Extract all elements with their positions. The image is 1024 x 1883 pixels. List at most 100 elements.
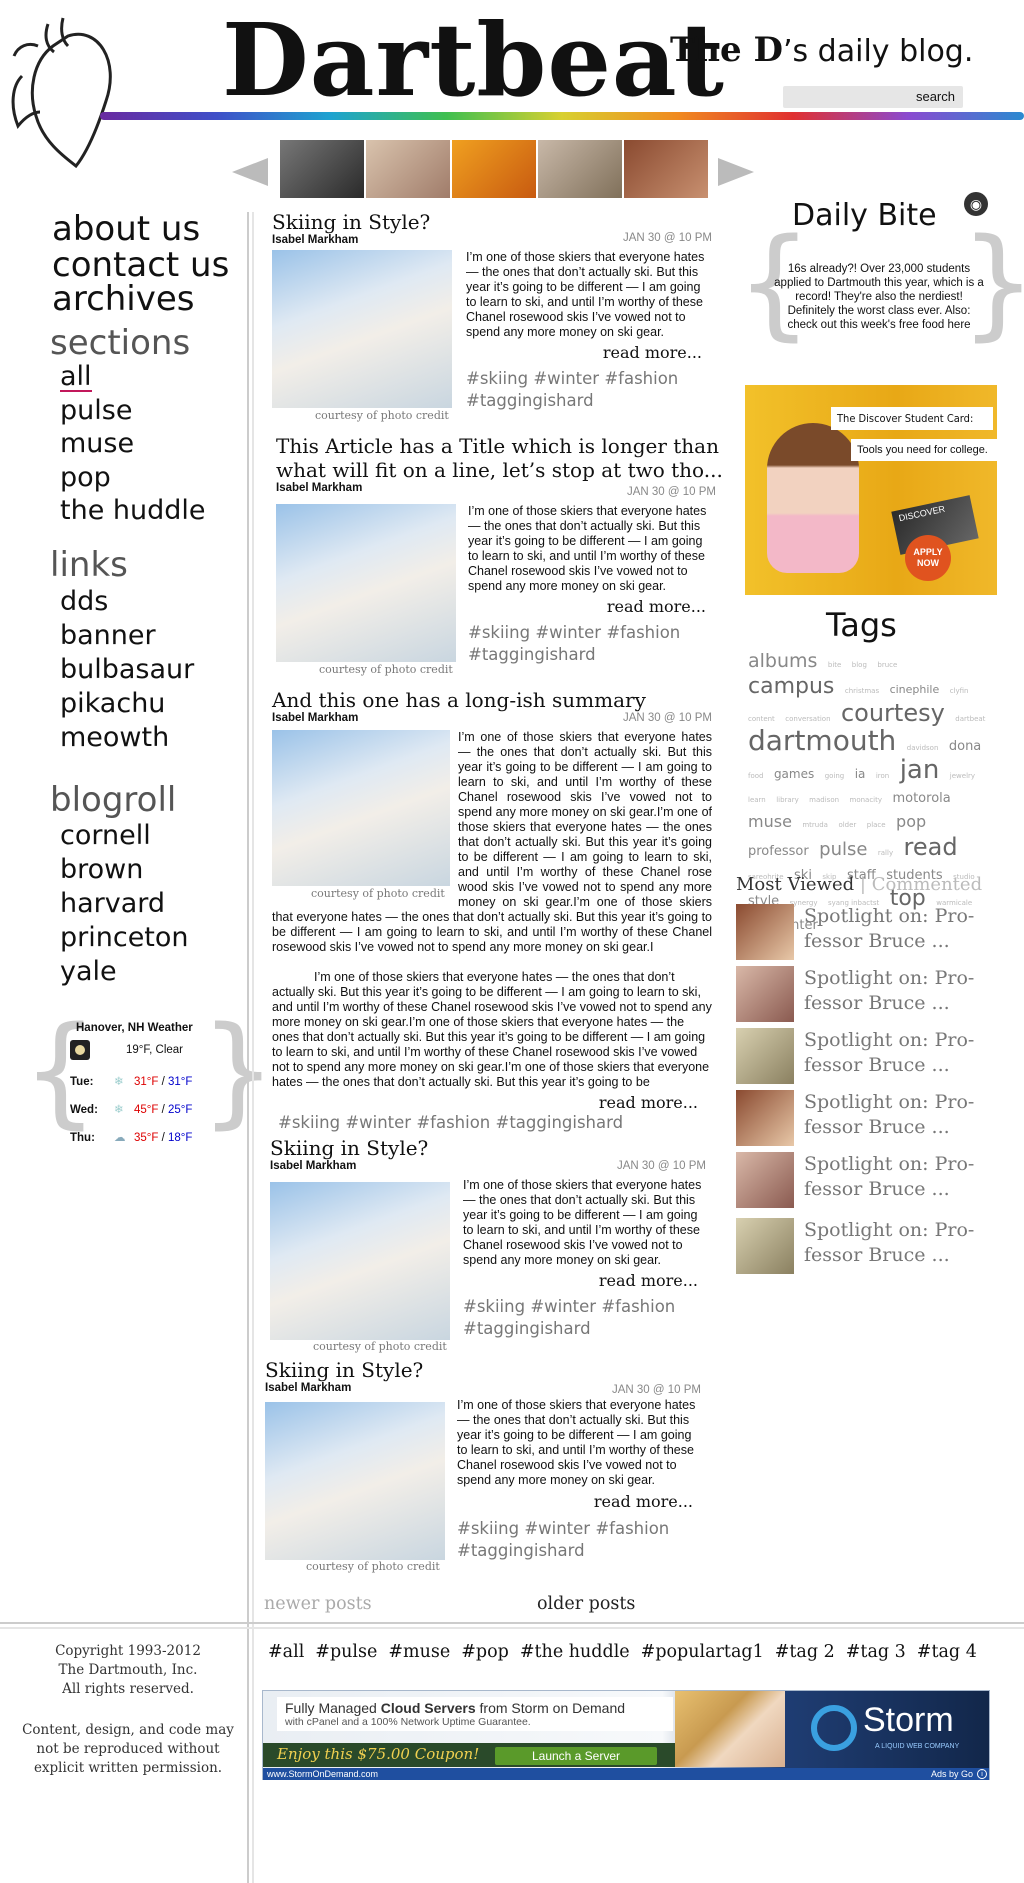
tag-cloud-link[interactable]: library bbox=[776, 796, 799, 804]
footer-tag-link[interactable]: #tag 3 bbox=[846, 1642, 906, 1662]
section-muse[interactable]: muse bbox=[60, 430, 134, 457]
tag-cloud-link[interactable]: courtesy bbox=[841, 699, 945, 727]
search-input[interactable]: search bbox=[783, 86, 963, 108]
post-tags[interactable]: #skiing #winter #fashion #taggingishard bbox=[463, 1296, 693, 1340]
link-meowth[interactable]: meowth bbox=[60, 724, 169, 751]
tag-cloud-link[interactable]: ia bbox=[855, 767, 866, 781]
discover-card-ad[interactable]: The Discover Student Card: Tools you nee… bbox=[745, 385, 997, 595]
tag-cloud-link[interactable]: professor bbox=[748, 844, 809, 859]
tag-cloud-link[interactable]: read bbox=[904, 833, 958, 861]
carousel-thumb[interactable] bbox=[280, 140, 364, 198]
post-photo[interactable] bbox=[270, 1182, 450, 1340]
tag-cloud-link[interactable]: christmas bbox=[845, 687, 879, 695]
tag-cloud-link[interactable]: clyfin bbox=[950, 687, 969, 695]
list-item[interactable]: Spotlight on: Pro-fessor Bruce ... bbox=[736, 1090, 1006, 1152]
list-item[interactable]: Spotlight on: Pro-fessor Bruce ... bbox=[736, 1028, 1006, 1090]
storm-banner-ad[interactable]: Fully Managed Cloud Servers from Storm o… bbox=[262, 1690, 990, 1780]
post-photo[interactable] bbox=[272, 250, 452, 408]
nav-archives[interactable]: archives bbox=[52, 282, 195, 316]
list-item[interactable]: Spotlight on: Pro-fessor Bruce ... bbox=[736, 904, 1006, 966]
footer-tag-link[interactable]: #all bbox=[268, 1642, 304, 1662]
section-all[interactable]: all bbox=[60, 363, 92, 392]
site-title[interactable]: Dartbeat bbox=[222, 10, 725, 110]
tag-cloud-link[interactable]: content bbox=[748, 715, 775, 723]
carousel-thumb[interactable] bbox=[624, 140, 708, 198]
read-more-link[interactable]: read more... bbox=[603, 343, 702, 362]
read-more-link[interactable]: read more... bbox=[599, 1093, 698, 1112]
tag-cloud-link[interactable]: mtruda bbox=[802, 821, 828, 829]
read-more-link[interactable]: read more... bbox=[594, 1492, 693, 1511]
post-title[interactable]: This Article has a Title which is longer… bbox=[276, 434, 719, 458]
tag-cloud-link[interactable]: dartbeat bbox=[955, 715, 985, 723]
tag-cloud-link[interactable]: bite bbox=[828, 661, 841, 669]
tag-cloud-link[interactable]: place bbox=[867, 821, 886, 829]
ad-apply-now-button[interactable]: APPLY NOW bbox=[905, 535, 951, 581]
tag-cloud-link[interactable]: going bbox=[825, 772, 845, 780]
section-pop[interactable]: pop bbox=[60, 464, 111, 491]
tag-cloud-link[interactable]: jewelry bbox=[950, 772, 975, 780]
tag-cloud-link[interactable]: bruce bbox=[877, 661, 897, 669]
post-tags[interactable]: #skiing #winter #fashion #taggingishard bbox=[468, 622, 698, 666]
footer-tag-link[interactable]: #muse bbox=[388, 1642, 450, 1662]
tag-cloud-link[interactable]: albums bbox=[748, 650, 817, 672]
post-photo[interactable] bbox=[276, 504, 456, 662]
read-more-link[interactable]: read more... bbox=[599, 1271, 698, 1290]
nav-contact-us[interactable]: contact us bbox=[52, 248, 229, 282]
footer-tag-link[interactable]: #pop bbox=[461, 1642, 509, 1662]
tag-cloud-link[interactable]: learn bbox=[748, 796, 766, 804]
tag-cloud-link[interactable]: rally bbox=[878, 849, 893, 857]
post-tags[interactable]: #skiing #winter #fashion #taggingishard bbox=[466, 368, 696, 412]
tag-cloud-link[interactable]: davidson bbox=[907, 744, 939, 752]
tag-cloud-link[interactable]: muse bbox=[748, 812, 792, 831]
tag-cloud-link[interactable]: motorola bbox=[892, 791, 950, 806]
ad-launch-server-button[interactable]: Launch a Server bbox=[495, 1747, 657, 1765]
section-pulse[interactable]: pulse bbox=[60, 397, 132, 424]
tag-cloud-link[interactable]: pop bbox=[896, 812, 926, 831]
blogroll-brown[interactable]: brown bbox=[60, 856, 143, 883]
blogroll-princeton[interactable]: princeton bbox=[60, 924, 189, 951]
footer-tag-link[interactable]: #pulse bbox=[315, 1642, 377, 1662]
link-bulbasaur[interactable]: bulbasaur bbox=[60, 656, 194, 683]
post-title-line2[interactable]: what will fit on a line, let’s stop at t… bbox=[276, 458, 723, 482]
heart-logo-icon[interactable] bbox=[8, 16, 118, 168]
tag-cloud-link[interactable]: dartmouth bbox=[748, 724, 896, 757]
tag-cloud-link[interactable]: pulse bbox=[819, 839, 867, 860]
footer-tag-link[interactable]: #populartag1 bbox=[641, 1642, 764, 1662]
ad-info-icon[interactable]: i bbox=[977, 1769, 987, 1779]
post-tags[interactable]: #skiing #winter #fashion #taggingishard bbox=[457, 1518, 687, 1562]
blogroll-cornell[interactable]: cornell bbox=[60, 822, 151, 849]
carousel-thumb[interactable] bbox=[538, 140, 622, 198]
tag-cloud-link[interactable]: campus bbox=[748, 674, 834, 699]
footer-tag-link[interactable]: #tag 2 bbox=[775, 1642, 835, 1662]
section-the-huddle[interactable]: the huddle bbox=[60, 497, 206, 524]
tag-cloud-link[interactable]: blog bbox=[852, 661, 867, 669]
tag-cloud-link[interactable]: food bbox=[748, 772, 763, 780]
carousel-thumb[interactable] bbox=[452, 140, 536, 198]
carousel-thumb[interactable] bbox=[366, 140, 450, 198]
nav-about-us[interactable]: about us bbox=[52, 212, 200, 246]
footer-tag-link[interactable]: #the huddle bbox=[520, 1642, 630, 1662]
older-posts-link[interactable]: older posts bbox=[537, 1594, 635, 1614]
tab-commented[interactable]: Commented bbox=[872, 874, 982, 895]
tag-cloud-link[interactable]: iron bbox=[876, 772, 889, 780]
blogroll-harvard[interactable]: harvard bbox=[60, 890, 165, 917]
rss-feed-icon[interactable]: ◉ bbox=[964, 192, 988, 216]
link-banner[interactable]: banner bbox=[60, 622, 156, 649]
ad-url[interactable]: www.StormOnDemand.com bbox=[267, 1768, 378, 1780]
post-title[interactable]: Skiing in Style? bbox=[270, 1136, 710, 1160]
carousel-prev-arrow-icon[interactable] bbox=[232, 158, 268, 186]
tag-cloud-link[interactable]: cinephile bbox=[890, 683, 940, 696]
read-more-link[interactable]: read more... bbox=[607, 597, 706, 616]
post-tags[interactable]: #skiing #winter #fashion #taggingishard bbox=[278, 1112, 718, 1134]
list-item[interactable]: Spotlight on: Pro-fessor Bruce ... bbox=[736, 1152, 1006, 1218]
post-title[interactable]: Skiing in Style? bbox=[265, 1358, 705, 1382]
link-dds[interactable]: dds bbox=[60, 588, 108, 615]
tag-cloud-link[interactable]: jan bbox=[900, 755, 940, 785]
newer-posts-link[interactable]: newer posts bbox=[264, 1594, 372, 1614]
carousel-next-arrow-icon[interactable] bbox=[718, 158, 754, 186]
footer-tag-link[interactable]: #tag 4 bbox=[917, 1642, 977, 1662]
post-photo[interactable] bbox=[265, 1402, 445, 1560]
tab-most-viewed[interactable]: Most Viewed bbox=[736, 874, 854, 895]
post-title[interactable]: And this one has a long-ish summary bbox=[272, 688, 712, 712]
tag-cloud-link[interactable]: dona bbox=[949, 739, 981, 754]
